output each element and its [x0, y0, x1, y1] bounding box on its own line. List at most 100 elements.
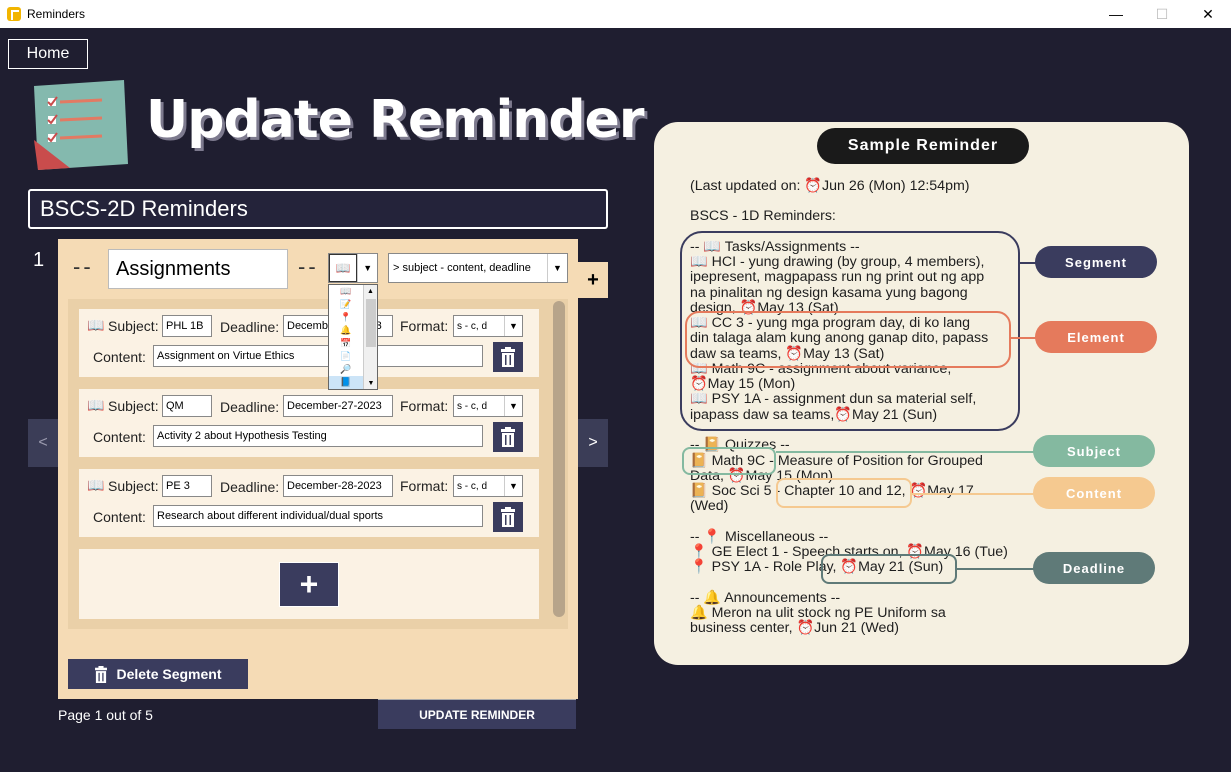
sample-line: 🔔 Meron na ulit stock ng PE Uniform sa [690, 605, 946, 621]
close-button[interactable]: ✕ [1185, 0, 1231, 28]
update-reminder-button[interactable]: UPDATE REMINDER [378, 699, 576, 729]
book-icon: 📖 [87, 397, 105, 413]
element-connector [1011, 337, 1036, 339]
book-icon: 📖 [87, 317, 105, 333]
sample-line: -- 📍 Miscellaneous -- [690, 529, 829, 545]
content-label: Content: [93, 509, 146, 525]
element-scrollbar-thumb[interactable] [553, 301, 565, 617]
icon-option-page-icon[interactable]: 📄 [329, 350, 363, 363]
chevron-down-icon[interactable]: ▼ [357, 254, 377, 282]
deadline-input[interactable]: December-27-2023 [283, 395, 393, 417]
home-button[interactable]: Home [8, 39, 88, 69]
delete-element-button[interactable] [493, 342, 523, 372]
legend-segment: Segment [1035, 246, 1157, 278]
format-value: s - c, d [457, 320, 488, 332]
deadline-highlight [821, 554, 957, 584]
icon-dropdown-list[interactable]: 📖 📝 📍 🔔 📅 📄 🔎 📘 ▲ ▼ [328, 284, 378, 390]
icon-option-memo-icon[interactable]: 📝 [329, 298, 363, 311]
minimize-button[interactable]: — [1093, 0, 1139, 28]
add-segment-button[interactable]: + [578, 262, 608, 298]
book-icon: 📖 [87, 477, 105, 493]
chevron-down-icon[interactable]: ▼ [504, 396, 522, 416]
scroll-up-icon[interactable]: ▲ [364, 285, 377, 297]
content-input[interactable]: Research about different individual/dual… [153, 505, 483, 527]
subject-connector [776, 451, 1036, 453]
sample-line: business center, ⏰Jun 21 (Wed) [690, 620, 900, 636]
content-input[interactable]: Activity 2 about Hypothesis Testing [153, 425, 483, 447]
reminder-name-input[interactable]: BSCS-2D Reminders [28, 189, 608, 229]
page-indicator: Page 1 out of 5 [58, 707, 153, 723]
content-label: Content: [93, 349, 146, 365]
deadline-label: Deadline: [220, 319, 280, 335]
delete-element-button[interactable] [493, 502, 523, 532]
selected-book-icon: 📖 [329, 254, 358, 282]
content-input[interactable]: Assignment on Virtue Ethics [153, 345, 483, 367]
scroll-down-icon[interactable]: ▼ [364, 377, 378, 389]
icon-option-pin-icon[interactable]: 📍 [329, 311, 363, 324]
sample-line: -- 🔔 Announcements -- [690, 590, 841, 606]
next-page-button[interactable]: > [578, 419, 608, 467]
trash-icon [501, 507, 515, 527]
legend-deadline: Deadline [1033, 552, 1155, 584]
subject-label: Subject: [108, 478, 159, 494]
title-bar: Reminders — ☐ ✕ [0, 0, 1231, 28]
legend-content: Content [1033, 477, 1155, 509]
window-title: Reminders [27, 7, 86, 21]
format-select[interactable]: s - c, d ▼ [453, 475, 523, 497]
chevron-down-icon[interactable]: ▼ [504, 476, 522, 496]
trash-icon [501, 347, 515, 367]
icon-option-calendar-icon[interactable]: 📅 [329, 337, 363, 350]
format-value: s - c, d [457, 400, 488, 412]
chevron-down-icon[interactable]: ▼ [547, 254, 567, 282]
segment-dashes-left: -- [73, 254, 94, 279]
sample-line: (Last updated on: ⏰Jun 26 (Mon) 12:54pm) [690, 178, 970, 194]
add-element-button[interactable]: + [279, 562, 339, 607]
content-label: Content: [93, 429, 146, 445]
segment-name-input[interactable]: Assignments [108, 249, 288, 289]
subject-input[interactable]: PE 3 [162, 475, 212, 497]
delete-segment-button[interactable]: Delete Segment [68, 659, 248, 689]
segment-format-value: > subject - content, deadline [393, 262, 531, 274]
element-highlight [685, 311, 1011, 368]
trash-icon [95, 665, 108, 683]
deadline-label: Deadline: [220, 479, 280, 495]
segment-dashes-right: -- [298, 254, 319, 279]
content-connector [912, 493, 1034, 495]
segment-format-select[interactable]: > subject - content, deadline ▼ [388, 253, 568, 283]
page-title: Update Reminder [146, 90, 644, 150]
format-label: Format: [400, 318, 449, 334]
content-highlight [776, 478, 912, 508]
legend-element: Element [1035, 321, 1157, 353]
sample-line: (Wed) [690, 498, 729, 514]
sample-line: BSCS - 1D Reminders: [690, 208, 836, 224]
trash-icon [501, 427, 515, 447]
icon-options: 📖 📝 📍 🔔 📅 📄 🔎 📘 [329, 285, 363, 389]
format-select[interactable]: s - c, d ▼ [453, 395, 523, 417]
format-value: s - c, d [457, 480, 488, 492]
icon-option-bell-icon[interactable]: 🔔 [329, 324, 363, 337]
maximize-button[interactable]: ☐ [1139, 0, 1185, 28]
segment-icon-select[interactable]: 📖 ▼ [328, 253, 378, 283]
subject-label: Subject: [108, 318, 159, 334]
app-icon [7, 7, 21, 21]
icon-option-notebook-icon[interactable]: 📘 [329, 376, 363, 389]
delete-segment-label: Delete Segment [116, 666, 222, 682]
chevron-down-icon[interactable]: ▼ [504, 316, 522, 336]
dropdown-scroll-thumb[interactable] [366, 299, 376, 347]
format-label: Format: [400, 478, 449, 494]
notepad-logo-icon [34, 80, 128, 170]
legend-subject: Subject [1033, 435, 1155, 467]
icon-option-magnifier-icon[interactable]: 🔎 [329, 363, 363, 376]
sample-reminder-title: Sample Reminder [817, 128, 1029, 164]
format-select[interactable]: s - c, d ▼ [453, 315, 523, 337]
subject-input[interactable]: QM [162, 395, 212, 417]
subject-label: Subject: [108, 398, 159, 414]
deadline-input[interactable]: December-28-2023 [283, 475, 393, 497]
previous-page-button[interactable]: < [28, 419, 58, 467]
icon-option-book-icon[interactable]: 📖 [329, 285, 363, 298]
delete-element-button[interactable] [493, 422, 523, 452]
deadline-connector [957, 568, 1034, 570]
subject-input[interactable]: PHL 1B [162, 315, 212, 337]
dropdown-scrollbar[interactable]: ▲ ▼ [363, 285, 377, 389]
segment-number: 1 [33, 249, 45, 271]
